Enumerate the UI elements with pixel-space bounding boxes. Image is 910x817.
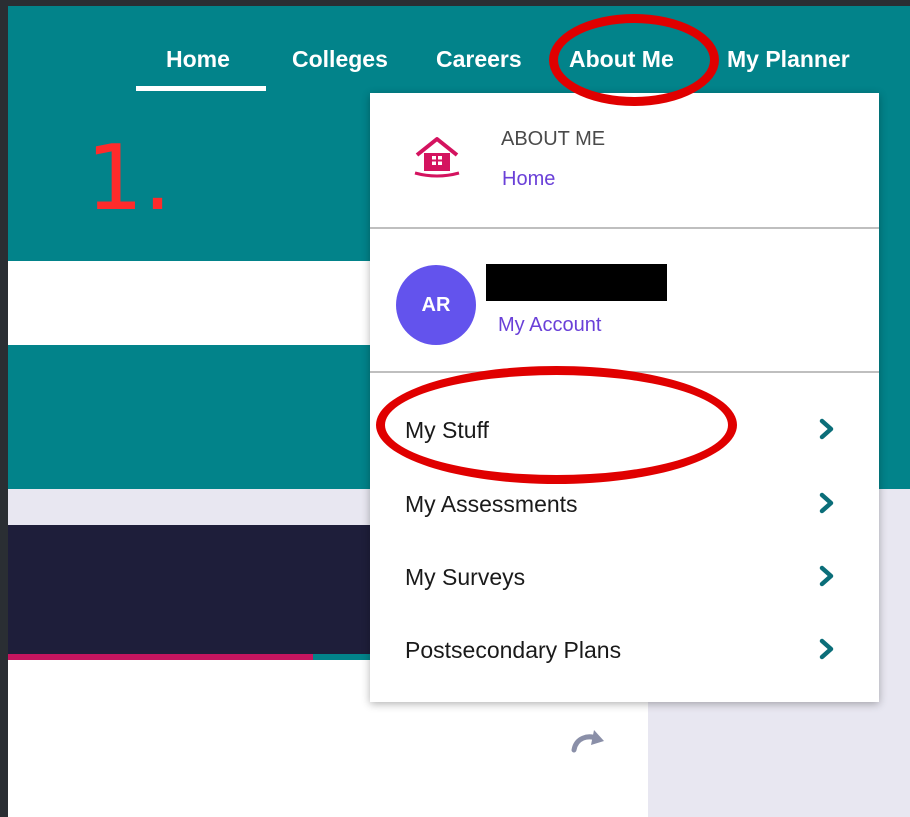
search-strip (8, 261, 378, 345)
menu-item-my-assessments[interactable]: My Assessments (370, 473, 879, 533)
nav-home[interactable]: Home (166, 46, 230, 73)
chevron-right-icon (819, 565, 834, 587)
top-nav: Home Colleges Careers About Me My Planne… (8, 6, 910, 106)
menu-item-label: Postsecondary Plans (405, 637, 622, 663)
dropdown-home-link[interactable]: Home (502, 168, 555, 191)
app-window: Home Colleges Careers About Me My Planne… (8, 6, 910, 817)
redo-icon[interactable] (568, 724, 608, 754)
house-icon (414, 137, 460, 178)
menu-item-label: My Assessments (405, 491, 578, 517)
dropdown-header: ABOUT ME Home (370, 93, 879, 223)
nav-colleges[interactable]: Colleges (292, 46, 388, 73)
avatar-initials: AR (421, 293, 451, 316)
nav-my-planner[interactable]: My Planner (727, 46, 850, 73)
nav-about-me[interactable]: About Me (569, 46, 674, 73)
menu-item-label: My Surveys (405, 564, 526, 590)
about-me-dropdown: ABOUT ME Home AR My Account My Stuff My … (370, 93, 879, 702)
chevron-right-icon (819, 492, 834, 514)
dropdown-divider (370, 227, 879, 229)
chevron-right-icon (819, 418, 834, 440)
menu-item-postsecondary-plans[interactable]: Postsecondary Plans (370, 619, 879, 679)
my-account-link[interactable]: My Account (498, 314, 601, 337)
chevron-right-icon (819, 638, 834, 660)
menu-item-my-surveys[interactable]: My Surveys (370, 546, 879, 606)
nav-active-indicator (136, 86, 266, 91)
redacted-username (486, 264, 667, 301)
nav-careers[interactable]: Careers (436, 46, 522, 73)
dropdown-section-title: ABOUT ME (501, 128, 606, 150)
avatar: AR (396, 265, 476, 345)
annotation-step-number: 1. (86, 126, 172, 231)
menu-item-my-stuff[interactable]: My Stuff (370, 399, 879, 459)
dropdown-divider (370, 371, 879, 373)
menu-item-label: My Stuff (405, 417, 489, 443)
